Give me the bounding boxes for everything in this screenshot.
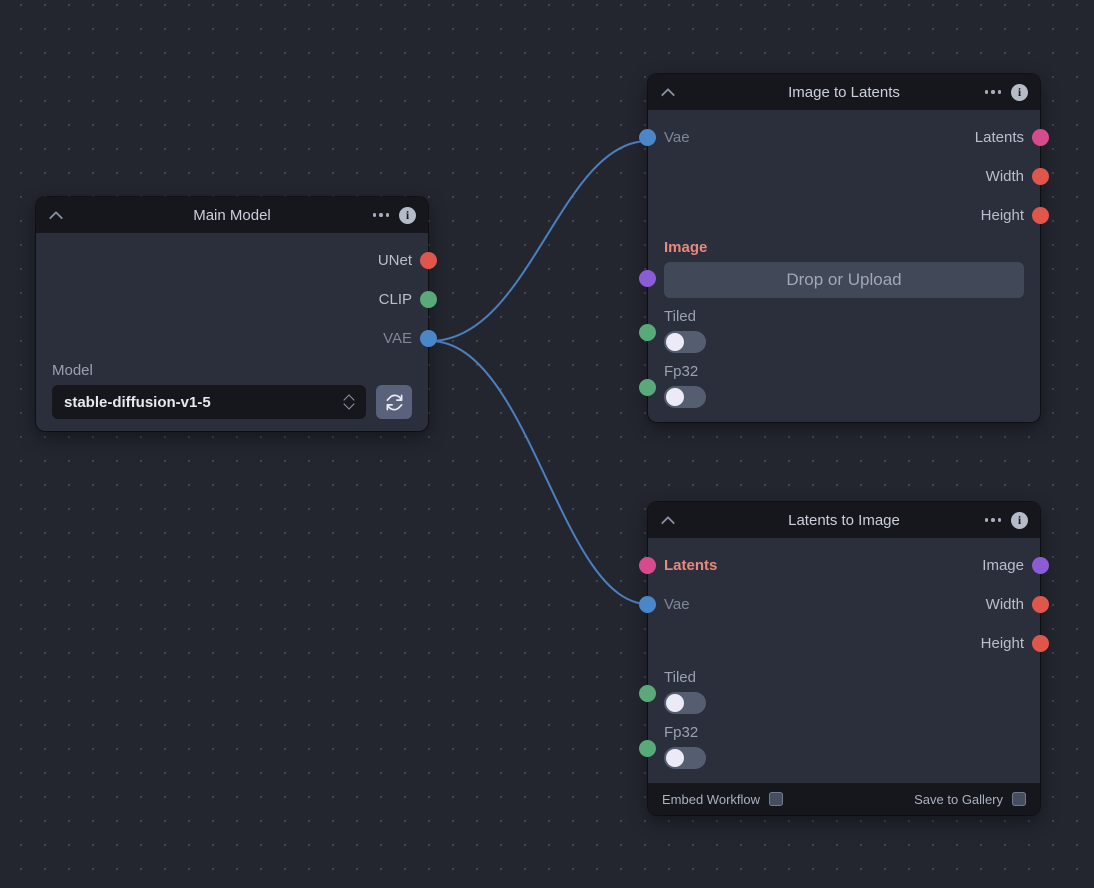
- dots-menu-icon[interactable]: [984, 86, 1003, 98]
- node-header[interactable]: Latents to Image i: [648, 502, 1040, 538]
- field-fp32: Fp32: [639, 718, 1040, 773]
- workflow-canvas[interactable]: Main Model i UNet CLIP VAE Model stable-…: [0, 0, 1094, 888]
- socket-input-latents[interactable]: [639, 557, 656, 574]
- output-label: Height: [980, 635, 1024, 652]
- embed-workflow-option[interactable]: Embed Workflow: [662, 791, 784, 807]
- node-image-to-latents[interactable]: Image to Latents i Vae Latents Width Hei…: [639, 74, 1049, 422]
- field-tiled: Tiled: [639, 302, 1040, 357]
- model-select[interactable]: stable-diffusion-v1-5: [52, 385, 366, 419]
- field-label: Fp32: [664, 363, 699, 380]
- io-row-vae-width: Vae Width: [639, 585, 1049, 624]
- tiled-toggle[interactable]: [664, 331, 706, 353]
- io-row-latents-image: Latents Image: [639, 546, 1049, 585]
- output-label: Width: [985, 168, 1024, 185]
- input-label: Vae: [664, 129, 690, 146]
- refresh-icon: [386, 394, 402, 410]
- socket-output-width[interactable]: [1032, 596, 1049, 613]
- output-row-vae: VAE: [36, 319, 437, 358]
- edge-vae-to-image-to-latents: [429, 140, 649, 342]
- output-label: Latents: [974, 129, 1024, 146]
- fp32-toggle[interactable]: [664, 747, 706, 769]
- output-label: Image: [982, 557, 1024, 574]
- refresh-models-button[interactable]: [376, 385, 412, 419]
- socket-output-height[interactable]: [1032, 207, 1049, 224]
- output-label: CLIP: [378, 291, 412, 308]
- save-to-gallery-label: Save to Gallery: [914, 791, 1003, 807]
- output-row-height: Height: [648, 624, 1049, 663]
- field-label: Image: [664, 239, 708, 256]
- chevron-up-icon[interactable]: [660, 512, 676, 528]
- node-body: Vae Latents Width Height Image Drop or U…: [639, 110, 1049, 422]
- field-label: Model: [52, 362, 93, 379]
- io-row-vae-latents: Vae Latents: [639, 118, 1049, 157]
- field-model: Model stable-diffusion-v1-5: [36, 358, 428, 421]
- node-header[interactable]: Image to Latents i: [648, 74, 1040, 110]
- socket-output-latents[interactable]: [1032, 129, 1049, 146]
- output-label: VAE: [383, 330, 412, 347]
- node-body: Latents Image Vae Width Height Tiled Fp3…: [639, 538, 1049, 783]
- socket-input-fp32[interactable]: [639, 379, 656, 396]
- socket-output-width[interactable]: [1032, 168, 1049, 185]
- output-row-unet: UNet: [36, 241, 437, 280]
- socket-output-clip[interactable]: [420, 291, 437, 308]
- save-to-gallery-option[interactable]: Save to Gallery: [914, 792, 1026, 807]
- field-label: Fp32: [664, 724, 699, 741]
- chevron-up-icon[interactable]: [660, 84, 676, 100]
- node-title: Main Model: [193, 206, 271, 224]
- input-label: Latents: [664, 557, 718, 574]
- dots-menu-icon[interactable]: [372, 209, 391, 221]
- field-fp32: Fp32: [639, 357, 1040, 412]
- dropzone-placeholder: Drop or Upload: [786, 270, 902, 289]
- node-footer: Embed Workflow Save to Gallery: [648, 783, 1040, 815]
- save-to-gallery-checkbox[interactable]: [1012, 792, 1026, 806]
- input-label: Vae: [664, 596, 690, 613]
- fp32-toggle[interactable]: [664, 386, 706, 408]
- edge-vae-to-latents-to-image: [429, 340, 649, 605]
- node-header[interactable]: Main Model i: [36, 197, 428, 233]
- socket-input-tiled[interactable]: [639, 324, 656, 341]
- socket-input-fp32[interactable]: [639, 740, 656, 757]
- node-title: Image to Latents: [788, 83, 900, 101]
- field-image: Image Drop or Upload: [639, 235, 1040, 302]
- output-label: Height: [980, 207, 1024, 224]
- output-label: UNet: [377, 252, 412, 269]
- node-main-model[interactable]: Main Model i UNet CLIP VAE Model stable-…: [36, 197, 437, 431]
- field-label: Tiled: [664, 308, 696, 325]
- node-title: Latents to Image: [788, 511, 900, 529]
- chevron-up-icon[interactable]: [48, 207, 64, 223]
- socket-input-image[interactable]: [639, 270, 656, 287]
- info-icon[interactable]: i: [1011, 83, 1028, 101]
- info-icon[interactable]: i: [399, 206, 416, 224]
- embed-workflow-label: Embed Workflow: [662, 791, 761, 807]
- model-select-value: stable-diffusion-v1-5: [64, 393, 211, 411]
- output-label: Width: [985, 596, 1024, 613]
- output-row-clip: CLIP: [36, 280, 437, 319]
- socket-input-vae[interactable]: [639, 596, 656, 613]
- chevron-updown-icon: [343, 393, 354, 411]
- info-icon[interactable]: i: [1011, 511, 1028, 529]
- field-label: Tiled: [664, 669, 696, 686]
- output-row-height: Height: [648, 196, 1049, 235]
- node-body: UNet CLIP VAE Model stable-diffusion-v1-…: [36, 233, 437, 431]
- socket-output-unet[interactable]: [420, 252, 437, 269]
- output-row-width: Width: [648, 157, 1049, 196]
- tiled-toggle[interactable]: [664, 692, 706, 714]
- socket-output-height[interactable]: [1032, 635, 1049, 652]
- socket-input-tiled[interactable]: [639, 685, 656, 702]
- socket-output-image[interactable]: [1032, 557, 1049, 574]
- socket-input-vae[interactable]: [639, 129, 656, 146]
- field-tiled: Tiled: [639, 663, 1040, 718]
- embed-workflow-checkbox[interactable]: [769, 792, 784, 806]
- node-latents-to-image[interactable]: Latents to Image i Latents Image Vae Wid…: [639, 502, 1049, 815]
- socket-output-vae[interactable]: [420, 330, 437, 347]
- dots-menu-icon[interactable]: [984, 514, 1003, 526]
- image-dropzone[interactable]: Drop or Upload: [664, 262, 1024, 298]
